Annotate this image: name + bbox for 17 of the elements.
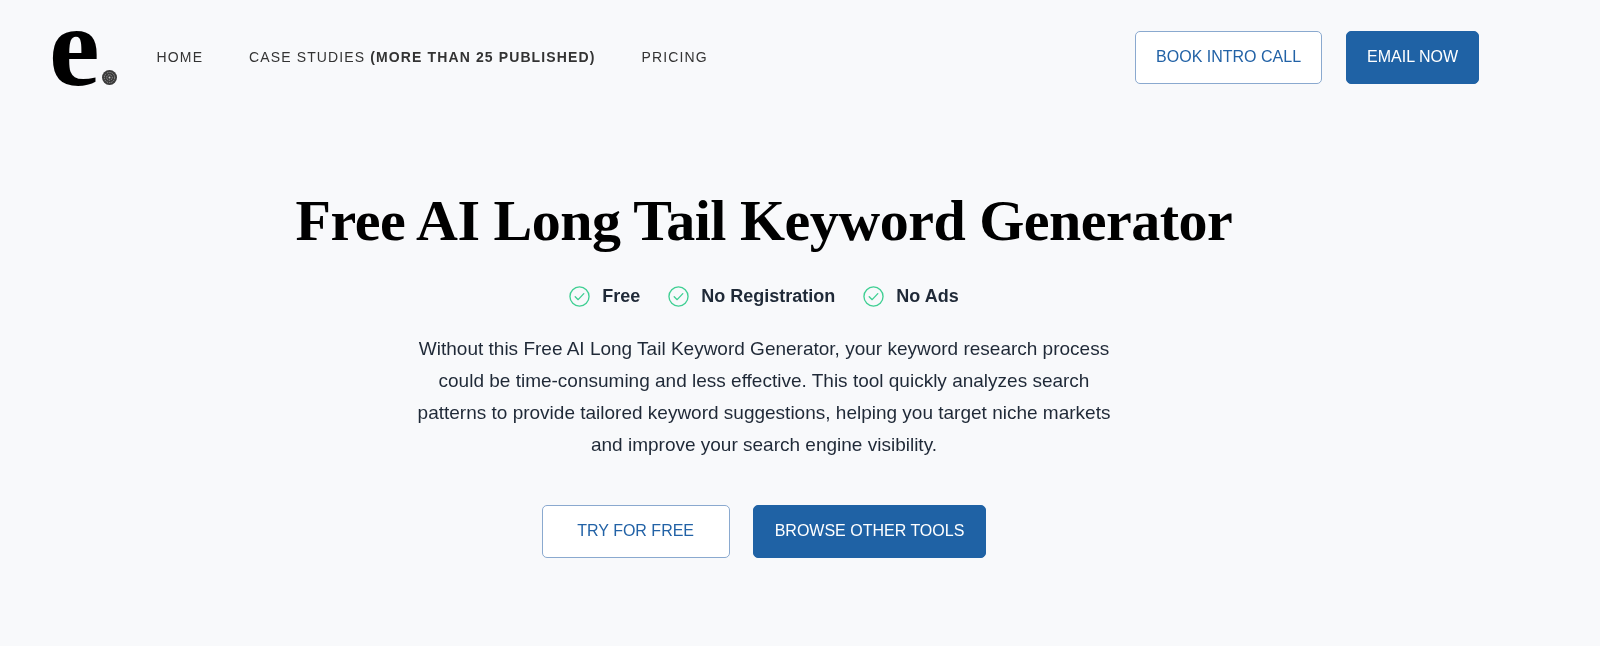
nav-link[interactable]: PRICING (641, 46, 708, 68)
cta-button[interactable]: EMAIL NOW (1346, 30, 1479, 84)
feature-label: Free (602, 284, 641, 308)
check-circle-icon (668, 285, 690, 307)
check-circle-icon (863, 285, 885, 307)
logo-letter[interactable]: e (49, 0, 100, 104)
logo-emblem-icon (101, 70, 117, 85)
cta-button[interactable]: TRY FOR FREE (541, 504, 730, 558)
description-paragraph: Without this Free AI Long Tail Keyword Generator, your keyword research process could be time-consuming and less effective. This tool quickly analyzes search patterns to provide tailored keyword suggestions, helping you target niche markets and improve your search engine visibility. (416, 336, 1112, 457)
cta-button[interactable]: BROWSE OTHER TOOLS (752, 504, 987, 558)
nav-link[interactable]: CASE STUDIES (MORE THAN 25 PUBLISHED) (249, 46, 596, 68)
nav-link[interactable]: HOME (156, 46, 204, 68)
feature-label: No Registration (701, 284, 836, 308)
page-title: Free AI Long Tail Keyword Generator (295, 187, 1233, 255)
feature-label: No Ads (896, 284, 959, 308)
cta-button[interactable]: BOOK INTRO CALL (1135, 30, 1323, 84)
check-circle-icon (569, 285, 591, 307)
